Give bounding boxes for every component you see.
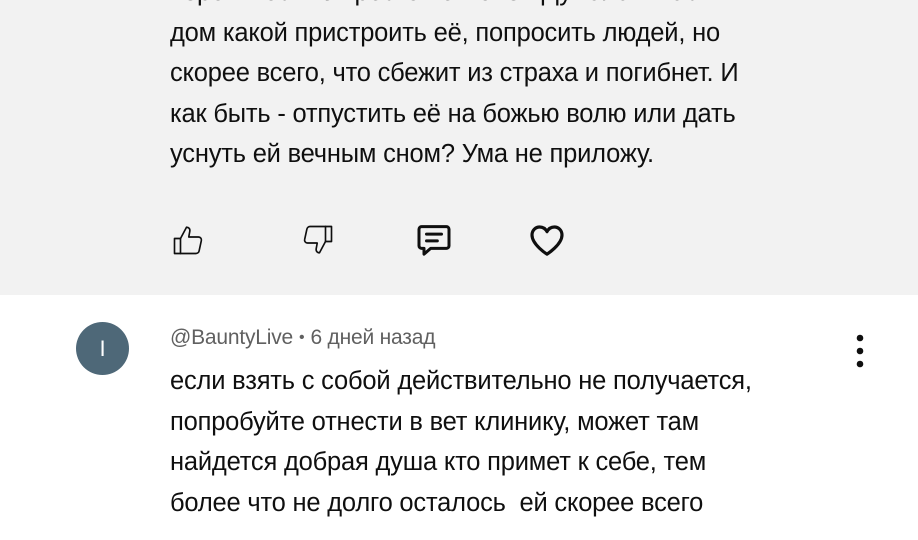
comment-line: скорее всего, что сбежит из страха и пог… — [170, 59, 739, 87]
comments-view: вероятностью просто погибнет. Думала в ч… — [0, 0, 918, 540]
thumb-up-icon — [173, 226, 203, 255]
thumb-down-icon — [303, 225, 333, 254]
author-name[interactable]: @BauntyLive — [170, 326, 293, 349]
heart-icon — [530, 225, 564, 256]
comment-line: более что не долго осталось ей скорее вс… — [170, 488, 704, 517]
avatar-letter: I — [99, 335, 106, 361]
comment-icon — [417, 225, 451, 256]
comment-line: уснуть ей вечным сном? Ума не приложу. — [170, 140, 654, 168]
meta-separator: • — [299, 329, 305, 346]
avatar[interactable]: I — [76, 322, 129, 375]
comment-item: I @BauntyLive • 6 дней назад если взять с … — [0, 295, 918, 540]
dislike-button[interactable] — [296, 218, 340, 262]
comment-line: вероятностью просто погибнет. Думала в ч… — [170, 0, 870, 13]
comment-actions — [166, 218, 586, 262]
comment-meta: @BauntyLive • 6 дней назад — [170, 326, 435, 350]
comment-body: если взять с собой действительно не полу… — [170, 361, 870, 523]
comment-line: дом какой пристроить её, попросить людей… — [170, 18, 720, 47]
comment-timestamp[interactable]: 6 дней назад — [310, 326, 435, 349]
heart-button[interactable] — [525, 218, 569, 262]
highlighted-comment: вероятностью просто погибнет. Думала в ч… — [0, 0, 918, 295]
comment-line: как быть - отпустить её на божью волю ил… — [170, 99, 736, 128]
comment-body: вероятностью просто погибнет. Думала в ч… — [170, 0, 870, 175]
reply-button[interactable] — [412, 218, 456, 262]
comment-line: найдется добрая душа кто примет к себе, … — [170, 448, 707, 476]
like-button[interactable] — [166, 218, 210, 262]
comment-line: попробуйте отнести в вет клинику, может … — [170, 407, 699, 436]
comment-line: если взять с собой действительно не полу… — [170, 367, 752, 395]
